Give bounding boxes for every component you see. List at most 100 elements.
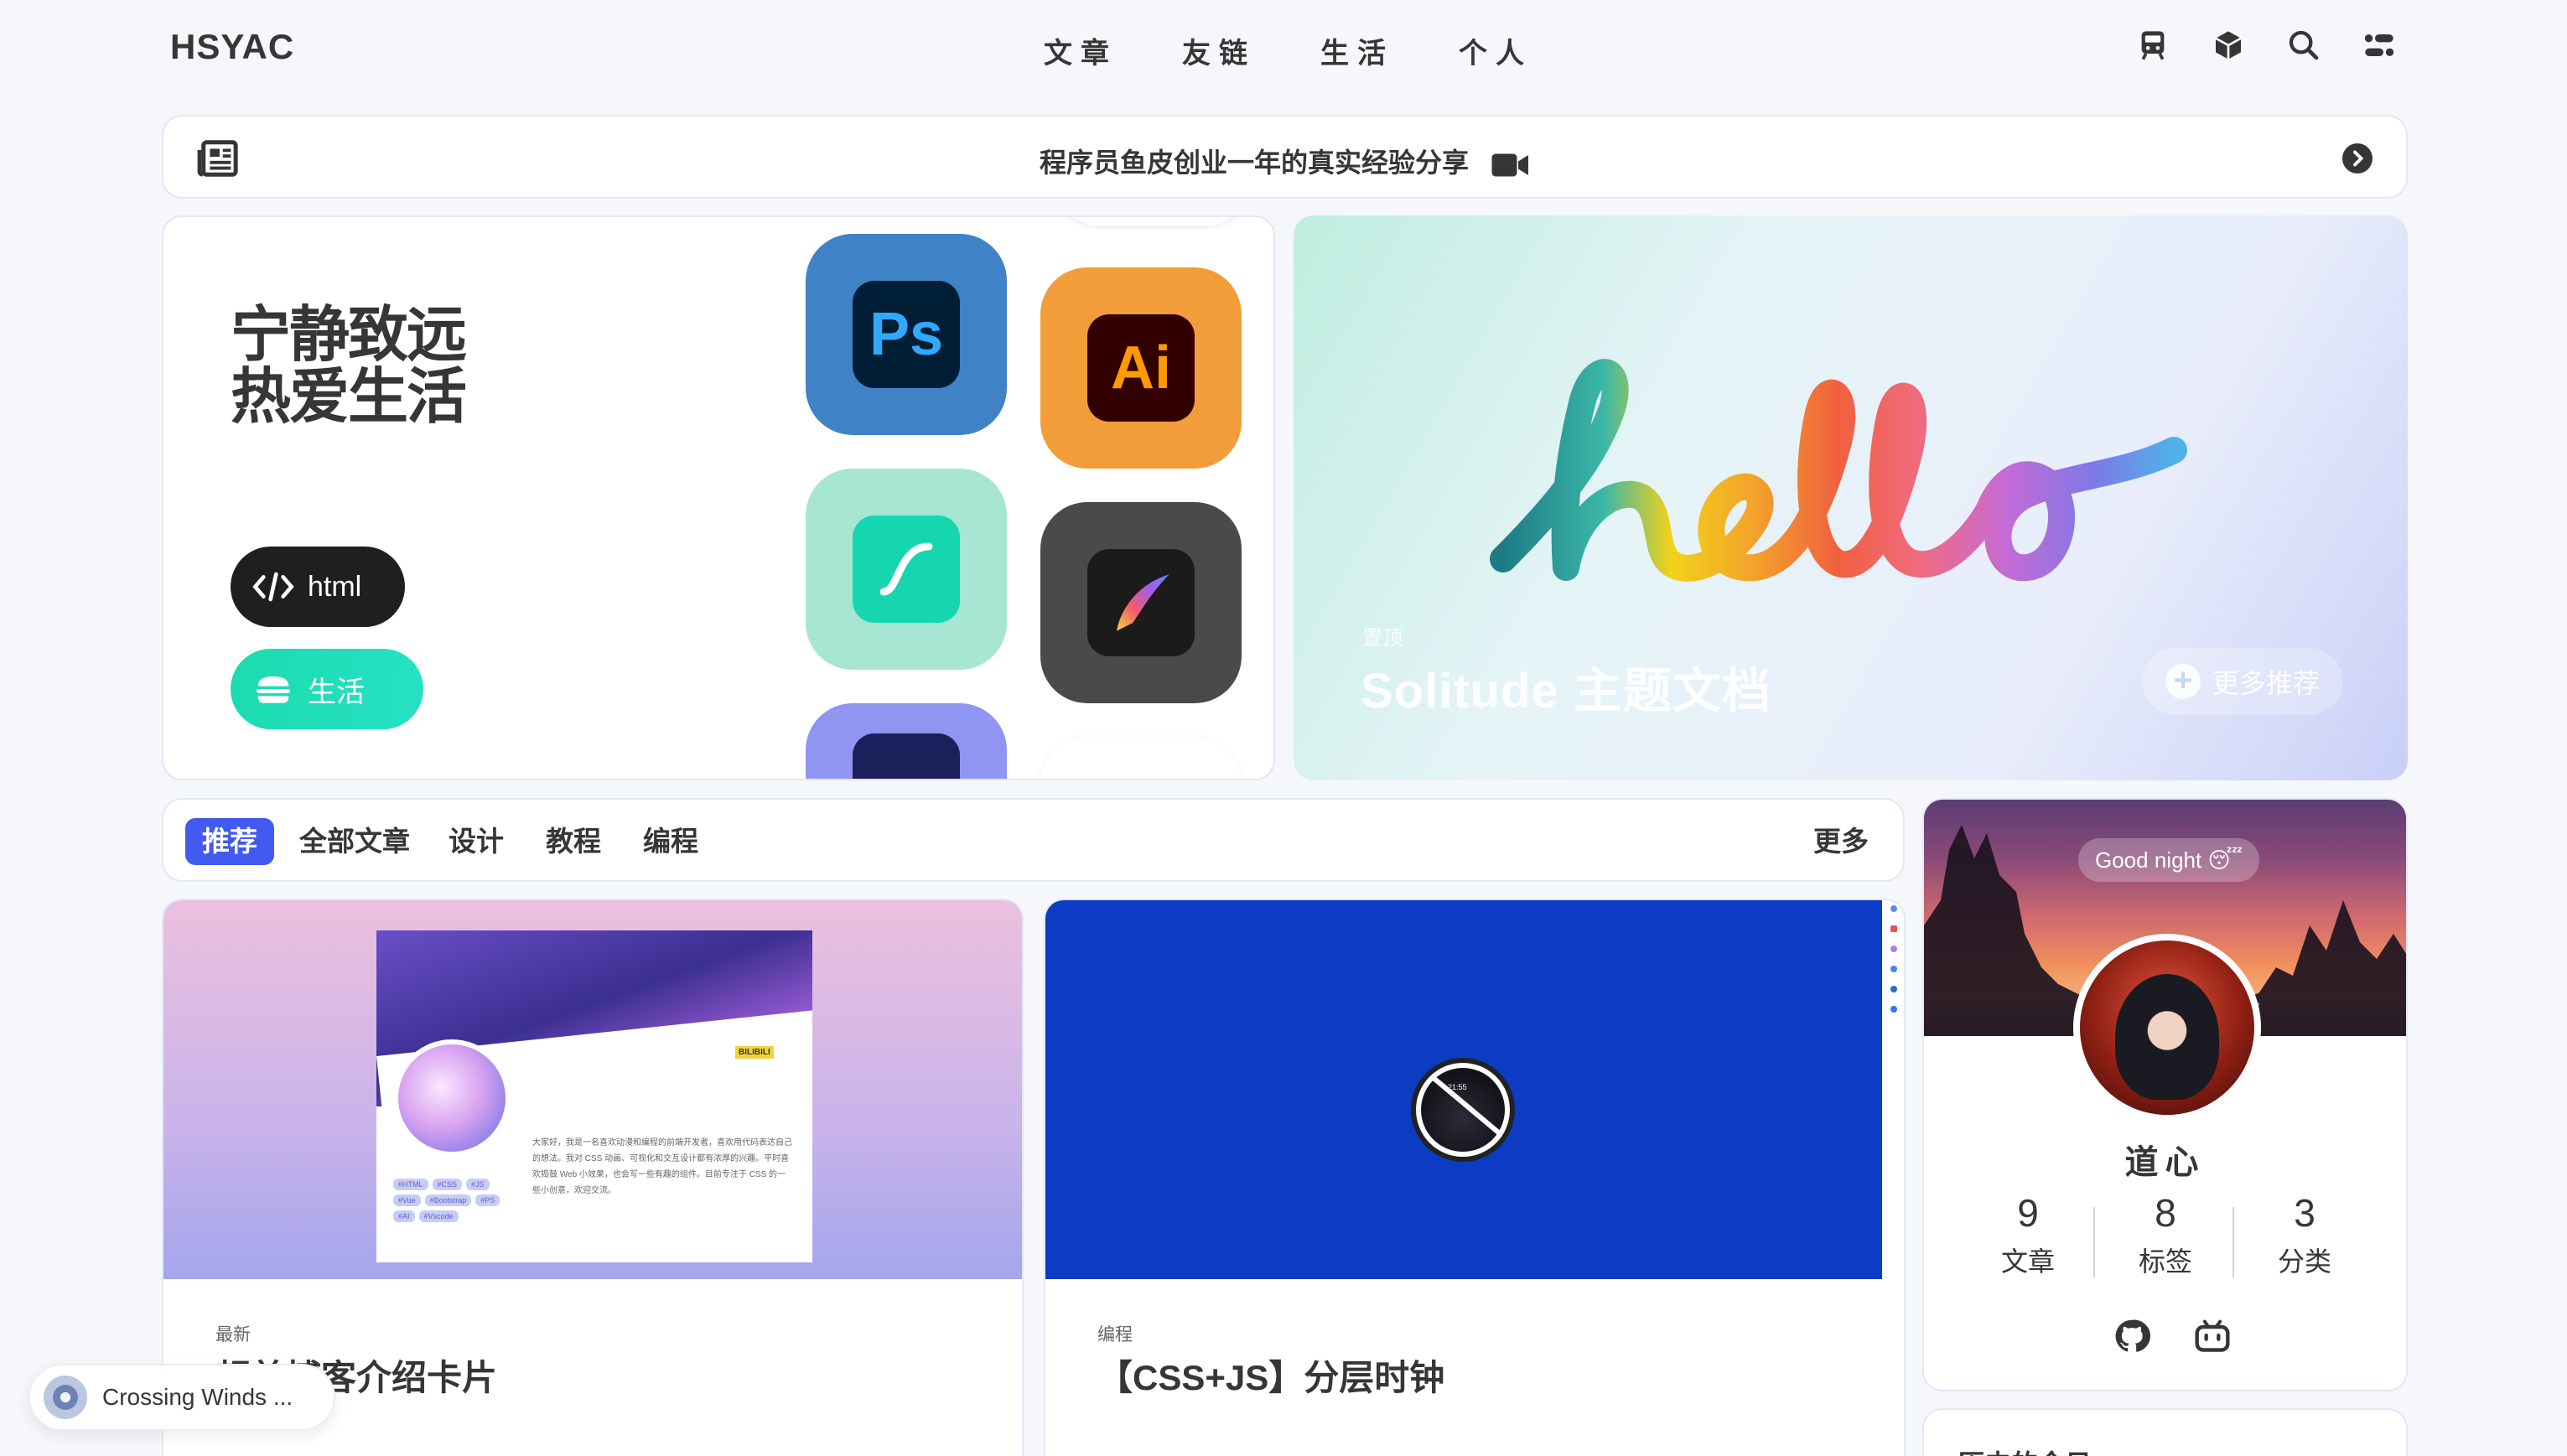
tag-html-label: html [308,570,362,603]
post-category: 编程 [1097,1325,1133,1345]
profile-card: Good night 😴 道心 9 文章 8 标签 3 分类 [1922,798,2408,1391]
stat-articles-count: 9 [2017,1191,2039,1235]
hello-lettering [1490,359,2187,582]
illustrator-label: Ai [1111,334,1171,402]
dot-icon [1890,946,1897,952]
menu-toggle-icon[interactable] [2361,27,2398,64]
top-header: HSYAC 文章 友链 生活 个人 [0,0,2567,99]
hero-intro-card: 宁静致远 热爱生活 html 生活 Ps Ai [162,215,1275,780]
search-icon[interactable] [2285,27,2322,64]
hero-title-line2: 热爱生活 [231,364,467,431]
sleep-emoji-icon: 😴 [2207,847,2243,873]
header-actions [2134,27,2398,64]
dot-icon [1890,925,1897,932]
avatar[interactable] [2073,934,2261,1122]
stat-tags[interactable]: 8 标签 [2098,1190,2233,1279]
side-toolbar-strip [1882,900,1904,1279]
history-today-card: 历史的今日 [1922,1408,2408,1456]
site-logo[interactable]: HSYAC [170,27,294,67]
vectornator-tile [806,469,1007,670]
post-cover: 道心の前端小窝 BILIBILI 前端开发热爱者 大家好，我是一名喜欢动漫和编程… [163,900,1022,1279]
dot-icon [1890,966,1897,972]
app-tile-bottom-left-partial [806,703,1007,779]
greeting-text: Good night [2095,847,2202,873]
announcement-bar[interactable]: 程序员鱼皮创业一年的真实经验分享 [162,115,2408,199]
category-all-posts[interactable]: 全部文章 [283,818,427,865]
announcement-title: 程序员鱼皮创业一年的真实经验分享 [1040,148,1470,178]
category-tutorial[interactable]: 教程 [529,818,618,865]
preview-tag: #PS [475,1194,500,1206]
main-nav: 文章 友链 生活 个人 [1044,30,1597,71]
stat-divider [2233,1207,2234,1277]
preview-subtitle: 前端开发热爱者 [532,1083,627,1097]
stat-categories-count: 3 [2294,1191,2315,1235]
stat-categories-label: 分类 [2277,1246,2331,1277]
illustrator-icon: Ai [1087,314,1195,422]
preview-tag: #JS [466,1179,490,1190]
preview-name: 道心の前端小窝 [532,1049,708,1076]
photoshop-icon: Ps [853,281,960,388]
procreate-icon [1087,549,1195,656]
stat-divider [2093,1207,2095,1277]
music-player-capsule[interactable]: Crossing Winds ... [29,1364,335,1431]
procreate-tile [1040,502,1242,703]
github-icon[interactable] [2113,1318,2150,1355]
nav-links[interactable]: 友链 [1182,30,1320,71]
cube-icon[interactable] [2210,27,2247,64]
hero-title: 宁静致远 热爱生活 [231,302,467,431]
bilibili-icon[interactable] [2194,1318,2231,1355]
tag-life-label: 生活 [308,676,365,708]
preview-tag: #AI [393,1210,415,1222]
post-title[interactable]: 【CSS+JS】分层时钟 [1097,1350,1444,1401]
featured-tag: 置顶 [1362,627,1403,650]
app-icon-partial [853,733,960,779]
stat-articles[interactable]: 9 文章 [1961,1190,2095,1279]
music-title: Crossing Winds ... [102,1384,293,1410]
album-cover [44,1376,87,1419]
profile-name: 道心 [2124,1144,2206,1181]
featured-doc-banner[interactable]: 置顶 Solitude 主题文档 + 更多推荐 [1294,215,2408,780]
preview-tag: #Bootstrap [424,1194,472,1206]
post-card[interactable]: 21:55 编程 【CSS+JS】分层时钟 [1044,899,1906,1456]
tag-html-button[interactable]: html [231,547,405,627]
preview-tag: #HTML [393,1179,428,1190]
photoshop-label: Ps [869,301,944,368]
nav-personal[interactable]: 个人 [1459,30,1597,71]
dot-icon [1890,1006,1897,1013]
app-tile-bottom-right-partial [1040,737,1242,779]
preview-tag: #Vscode [418,1210,459,1222]
dot-icon [1890,905,1897,912]
preview-body-text: 大家好，我是一名喜欢动漫和编程的前端开发者，喜欢用代码表达自己的想法。我对 CS… [532,1138,792,1195]
category-programming[interactable]: 编程 [626,818,715,865]
cover-preview-card: 道心の前端小窝 BILIBILI 前端开发热爱者 大家好，我是一名喜欢动漫和编程… [376,930,812,1262]
nav-life[interactable]: 生活 [1320,30,1459,71]
illustrator-tile: Ai [1040,267,1242,469]
category-bar: 推荐 全部文章 设计 教程 编程 更多 [162,798,1905,882]
category-recommend[interactable]: 推荐 [185,818,274,865]
train-icon[interactable] [2134,27,2171,64]
category-more[interactable]: 更多 [1797,818,1885,865]
preview-avatar [393,1039,511,1157]
preview-tags: #HTML #CSS #JS #Vue #Bootstrap #PS #AI #… [393,1179,519,1222]
tag-life-button[interactable]: 生活 [231,649,423,729]
nav-articles[interactable]: 文章 [1044,30,1182,71]
post-cover: 21:55 [1045,900,1882,1279]
stat-tags-label: 标签 [2138,1246,2192,1277]
preview-tag: #CSS [432,1179,463,1190]
greeting-badge: Good night 😴 [2078,838,2260,882]
history-title: 历史的今日 [1958,1443,2092,1456]
preview-tag: #Vue [393,1194,421,1206]
burger-icon [257,676,290,703]
more-recommend-button[interactable]: + 更多推荐 [2142,648,2343,715]
stat-tags-count: 8 [2155,1191,2176,1235]
category-design[interactable]: 设计 [432,818,521,865]
stat-categories[interactable]: 3 分类 [2238,1190,2372,1279]
app-tile-top-partial [1052,217,1253,225]
stat-articles-label: 文章 [2000,1246,2055,1277]
featured-title[interactable]: Solitude 主题文档 [1361,651,1771,722]
plus-icon: + [2165,664,2201,699]
hero-title-line1: 宁静致远 [231,302,467,369]
video-camera-icon [1491,153,1528,177]
arrow-right-circle-icon[interactable] [2342,143,2373,174]
clock-avatar: 21:55 [1411,1058,1515,1162]
